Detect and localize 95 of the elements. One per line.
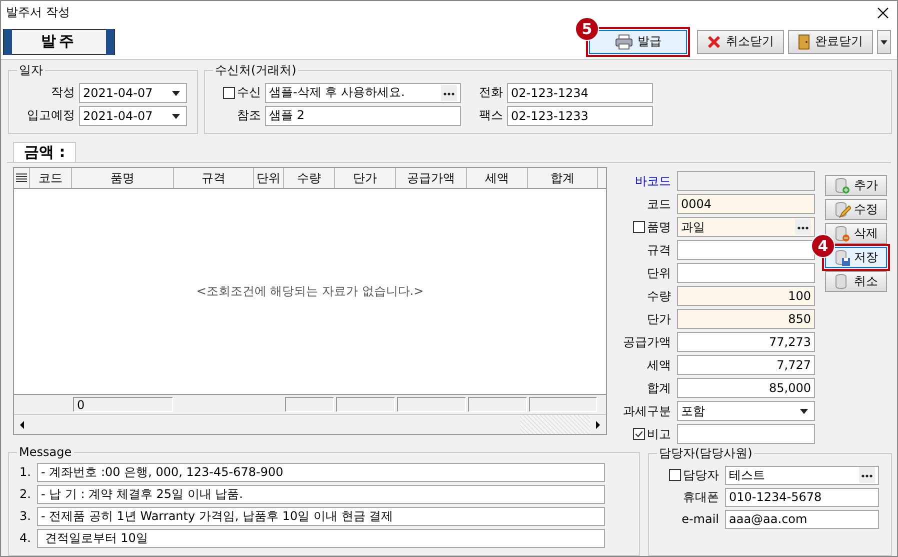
input-field[interactable] bbox=[677, 240, 815, 260]
close-icon bbox=[707, 34, 721, 49]
database-save-icon bbox=[834, 249, 851, 266]
form-title-banner: 발주 bbox=[3, 28, 115, 55]
field-label[interactable]: 바코드 bbox=[635, 172, 671, 190]
field-label: 참조 bbox=[237, 107, 261, 124]
field-label: 코드 bbox=[647, 196, 671, 212]
database-add-icon bbox=[834, 177, 851, 194]
row-count: 0 bbox=[73, 397, 173, 412]
date-field[interactable]: 2021-04-07 bbox=[79, 82, 187, 102]
input-field[interactable]: - 계좌번호 :00 은행, 000, 123-45-678-900 bbox=[37, 462, 605, 482]
edit-button[interactable]: 수정 bbox=[825, 199, 887, 220]
input-field[interactable] bbox=[677, 263, 815, 283]
column-header[interactable]: 단위 bbox=[254, 168, 284, 188]
input-field[interactable]: 테스트 bbox=[725, 466, 879, 484]
database-remove-icon bbox=[834, 225, 851, 242]
input-field[interactable]: 과일 bbox=[677, 217, 815, 237]
database-pencil-icon bbox=[834, 201, 851, 218]
group-title: 일자 bbox=[18, 62, 44, 79]
input-field[interactable]: 샘플 2 bbox=[265, 106, 461, 126]
delete-button[interactable]: 삭제 bbox=[825, 223, 887, 244]
field-label: 규격 bbox=[647, 242, 671, 258]
column-header[interactable]: 품명 bbox=[72, 168, 174, 188]
input-field[interactable]: 100 bbox=[677, 286, 815, 306]
done-button[interactable]: 완료닫기 bbox=[788, 30, 873, 54]
more-icon[interactable] bbox=[859, 467, 875, 483]
printer-icon bbox=[614, 34, 632, 50]
field-label: 비고 bbox=[647, 426, 671, 442]
more-icon[interactable] bbox=[795, 219, 811, 235]
input-field[interactable]: 02-123-1234 bbox=[507, 82, 653, 102]
column-header[interactable]: 코드 bbox=[30, 168, 72, 188]
field-label: 단가 bbox=[647, 310, 671, 328]
cancel-button[interactable]: 취소 bbox=[825, 271, 887, 292]
line-number: 1. bbox=[18, 465, 31, 479]
column-header[interactable]: 단가 bbox=[335, 168, 396, 188]
field-label: 품명 bbox=[647, 218, 671, 236]
add-button[interactable]: 추가 bbox=[825, 175, 887, 196]
scroll-right-icon[interactable] bbox=[595, 420, 601, 428]
input-field[interactable]: 85,000 bbox=[677, 378, 815, 398]
field-label: 단위 bbox=[647, 264, 671, 282]
checkbox[interactable] bbox=[223, 86, 235, 98]
field-label: 작성 bbox=[50, 84, 75, 101]
input-field[interactable]: - 납 기 : 계약 체결후 25일 이내 납품. bbox=[37, 484, 605, 504]
cancel-button[interactable]: 취소닫기 bbox=[697, 30, 784, 54]
input-field[interactable] bbox=[677, 424, 815, 444]
date-field[interactable]: 2021-04-07 bbox=[79, 106, 187, 126]
field-label: 팩스 bbox=[478, 107, 503, 124]
input-field[interactable]: 010-1234-5678 bbox=[725, 488, 879, 506]
column-header[interactable]: 수량 bbox=[284, 168, 335, 188]
column-header[interactable]: 세액 bbox=[467, 168, 528, 188]
field-label: 합계 bbox=[647, 380, 671, 396]
input-field[interactable]: - 전제품 공히 1년 Warranty 가격임, 납품후 10일 이내 현금 결제 bbox=[37, 506, 605, 526]
field-label: 과세구분 bbox=[623, 402, 671, 420]
input-field[interactable]: 02-123-1233 bbox=[507, 106, 653, 126]
field-label: 휴대폰 bbox=[683, 488, 719, 506]
field-label: 입고예정 bbox=[26, 107, 75, 124]
input-field[interactable]: 77,273 bbox=[677, 332, 815, 352]
list-icon[interactable] bbox=[16, 173, 27, 183]
checkbox[interactable] bbox=[633, 428, 645, 440]
field-label: 전화 bbox=[478, 84, 503, 101]
field-label: 세액 bbox=[647, 356, 671, 374]
input-field[interactable]: 7,727 bbox=[677, 355, 815, 375]
input-field[interactable]: 0004 bbox=[677, 194, 815, 214]
group-title: 수신처(거래처) bbox=[214, 62, 298, 79]
input-field[interactable]: 포함 bbox=[677, 401, 815, 421]
field-label: 수신 bbox=[237, 84, 261, 101]
input-field[interactable]: 견적일로부터 10일 bbox=[37, 528, 605, 548]
window-title: 발주서 작성 bbox=[6, 4, 70, 22]
field-label: 담당자 bbox=[683, 466, 719, 484]
checkbox[interactable] bbox=[669, 469, 681, 481]
column-header[interactable]: 규격 bbox=[174, 168, 254, 188]
tab[interactable]: 금액 : bbox=[13, 142, 76, 162]
column-header[interactable]: 공급가액 bbox=[396, 168, 467, 188]
field-label: e-mail bbox=[682, 512, 719, 526]
empty-message: <조회조건에 해당되는 자료가 없습니다.> bbox=[196, 283, 424, 300]
horizontal-scrollbar[interactable] bbox=[14, 414, 606, 434]
input-field[interactable]: 샘플-삭제 후 사용하세요. bbox=[265, 82, 461, 102]
input-field[interactable] bbox=[677, 171, 815, 191]
input-field[interactable]: 850 bbox=[677, 309, 815, 329]
close-icon[interactable] bbox=[877, 6, 889, 19]
field-label: 공급가액 bbox=[623, 334, 671, 350]
line-number: 3. bbox=[18, 509, 31, 523]
dropdown-button[interactable] bbox=[877, 30, 891, 54]
line-number: 2. bbox=[18, 487, 31, 501]
line-number: 4. bbox=[18, 531, 31, 545]
scroll-left-icon[interactable] bbox=[19, 420, 25, 428]
field-label: 수량 bbox=[647, 288, 671, 304]
column-header[interactable]: 합계 bbox=[528, 168, 598, 188]
door-icon bbox=[798, 34, 810, 50]
input-field[interactable]: aaa@aa.com bbox=[725, 510, 879, 528]
more-icon[interactable] bbox=[441, 84, 457, 100]
group-title: 담당자(담당사원) bbox=[658, 445, 754, 462]
checkbox[interactable] bbox=[633, 221, 645, 233]
group-title: Message bbox=[18, 445, 73, 459]
scroll-thumb[interactable] bbox=[520, 415, 590, 434]
